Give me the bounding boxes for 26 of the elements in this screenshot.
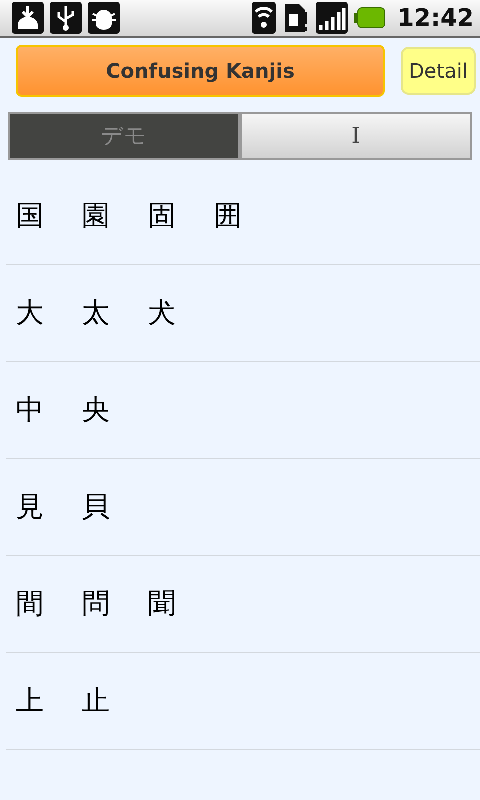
kanji-item[interactable]: 固 [138, 197, 204, 235]
wifi-icon [252, 2, 276, 34]
tab[interactable]: I [240, 112, 472, 160]
title-button[interactable]: Confusing Kanjis [16, 44, 385, 96]
kanji-item[interactable]: 中 [6, 391, 72, 429]
kanji-item[interactable]: 間 [6, 585, 72, 623]
kanji-item[interactable]: 大 [6, 294, 72, 332]
kanji-item[interactable]: 上 [6, 682, 72, 720]
kanji-item[interactable]: 止 [72, 682, 138, 720]
detail-button[interactable]: Detail [401, 46, 476, 94]
kanji-item[interactable]: 園 [72, 197, 138, 235]
kanji-item[interactable]: 問 [72, 585, 138, 623]
kanji-item[interactable]: 太 [72, 294, 138, 332]
kanji-item[interactable]: 貝 [72, 488, 138, 526]
kanji-item[interactable]: 囲 [204, 197, 270, 235]
download-icon [12, 2, 44, 34]
kanji-item[interactable]: 犬 [138, 294, 204, 332]
signal-icon [316, 2, 348, 34]
bug-icon [88, 2, 120, 34]
kanji-item[interactable]: 聞 [138, 585, 204, 623]
status-time: 12:42 [398, 4, 474, 32]
kanji-item[interactable]: 央 [72, 391, 138, 429]
usb-icon [50, 2, 82, 34]
kanji-item[interactable]: 見 [6, 488, 72, 526]
kanji-item[interactable]: 国 [6, 197, 72, 235]
battery-icon [354, 7, 386, 29]
